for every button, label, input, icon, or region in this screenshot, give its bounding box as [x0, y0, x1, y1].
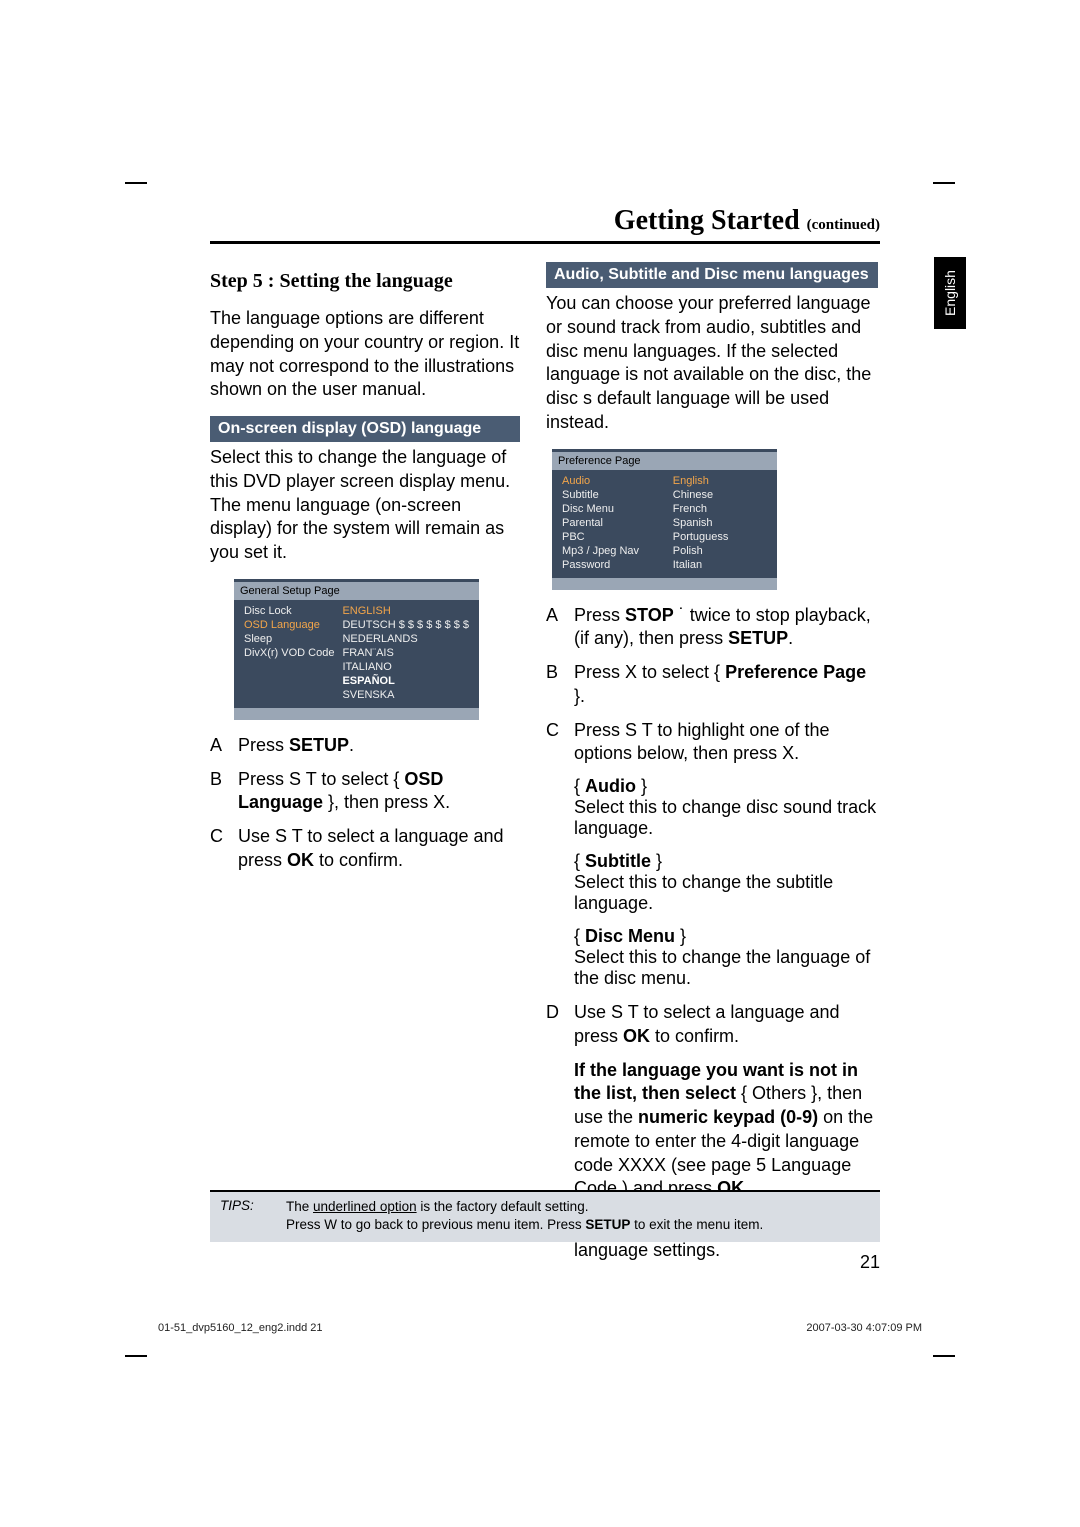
osd-menu-title: General Setup Page — [234, 582, 479, 600]
page-title: Getting Started (continued) — [210, 205, 880, 237]
subhead-osd: On-screen display (OSD) language — [210, 416, 520, 442]
option-title: { Subtitle } — [574, 851, 878, 872]
osd-left-item: PBC — [558, 530, 669, 544]
step-letter: C — [546, 719, 564, 767]
step-text: Use S T to select a language and press O… — [574, 1001, 878, 1049]
tips-text: The underlined option is the factory def… — [286, 1198, 870, 1234]
option-block: { Disc Menu }Select this to change the l… — [574, 926, 878, 989]
title-continued: (continued) — [807, 217, 880, 233]
osd-right-item: ESPAÑOL — [338, 674, 473, 688]
option-title: { Audio } — [574, 776, 878, 797]
crop-mark — [933, 1355, 955, 1357]
title-rule — [210, 241, 880, 244]
page-content: Getting Started (continued) English Step… — [210, 205, 880, 1273]
osd-menu-general-setup: General Setup Page Disc LockENGLISHOSD L… — [234, 579, 479, 720]
osd-right-item: DEUTSCH $ $ $ $ $ $ $ $ — [338, 618, 473, 632]
right-steps-top: APress STOP ˙ twice to stop playback, (i… — [546, 604, 878, 767]
title-main: Getting Started — [614, 205, 800, 236]
step-item: DUse S T to select a language and press … — [546, 1001, 878, 1049]
step-text: Press S T to select { OSD Language }, th… — [238, 768, 520, 816]
osd-left-item: Disc Menu — [558, 502, 669, 516]
osd-left-item: Mp3 / Jpeg Nav — [558, 544, 669, 558]
step-text: Press STOP ˙ twice to stop playback, (if… — [574, 604, 878, 652]
option-desc: Select this to change the subtitle langu… — [574, 872, 878, 914]
step-text: Press SETUP. — [238, 734, 520, 758]
option-desc: Select this to change the language of th… — [574, 947, 878, 989]
step-letter: C — [210, 825, 228, 873]
osd-left-item: OSD Language — [240, 618, 338, 632]
tips-label: TIPS: — [220, 1198, 268, 1234]
osd-right-item: ENGLISH — [338, 604, 473, 618]
osd-left-item: Password — [558, 558, 669, 572]
tips-box: TIPS: The underlined option is the facto… — [210, 1190, 880, 1242]
osd-left-item — [240, 674, 338, 688]
osd-right-item: FRAN¨AIS — [338, 646, 473, 660]
osd-left-item: Parental — [558, 516, 669, 530]
step-text: Press X to select { Preference Page }. — [574, 661, 878, 709]
option-block: { Subtitle }Select this to change the su… — [574, 851, 878, 914]
osd-right-item: Portuguess — [669, 530, 771, 544]
crop-mark — [125, 1355, 147, 1357]
osd-left-item: Audio — [558, 474, 669, 488]
subhead-audio-subtitle: Audio, Subtitle and Disc menu languages — [546, 262, 878, 288]
footer-right: 2007-03-30 4:07:09 PM — [806, 1322, 922, 1334]
intro-text: The language options are different depen… — [210, 307, 520, 402]
step-letter: D — [546, 1001, 564, 1049]
osd-intro: Select this to change the language of th… — [210, 446, 520, 565]
crop-mark — [125, 182, 147, 184]
osd-left-item: Subtitle — [558, 488, 669, 502]
step-item: BPress S T to select { OSD Language }, t… — [210, 768, 520, 816]
left-column: Step 5 : Setting the language The langua… — [210, 262, 520, 1273]
osd-left-item — [240, 688, 338, 702]
option-desc: Select this to change disc sound track l… — [574, 797, 878, 839]
option-title: { Disc Menu } — [574, 926, 878, 947]
right-steps-bottom: DUse S T to select a language and press … — [546, 1001, 878, 1049]
osd-right-item: Italian — [669, 558, 771, 572]
osd-right-item: English — [669, 474, 771, 488]
osd-right-item: Chinese — [669, 488, 771, 502]
step-item: BPress X to select { Preference Page }. — [546, 661, 878, 709]
step-text: Press S T to highlight one of the option… — [574, 719, 878, 767]
step-item: CUse S T to select a language and press … — [210, 825, 520, 873]
language-tab-text: English — [942, 270, 958, 316]
osd-right-item: NEDERLANDS — [338, 632, 473, 646]
options-list: { Audio }Select this to change disc soun… — [546, 776, 878, 989]
crop-mark — [933, 182, 955, 184]
step-letter: B — [210, 768, 228, 816]
right-intro: You can choose your preferred language o… — [546, 292, 878, 435]
osd-right-item: Spanish — [669, 516, 771, 530]
page-number: 21 — [860, 1252, 880, 1273]
osd-right-item: SVENSKA — [338, 688, 473, 702]
osd-right-item: French — [669, 502, 771, 516]
step-text: Use S T to select a language and press O… — [238, 825, 520, 873]
step-item: A Press SETUP. — [210, 734, 520, 758]
left-steps: A Press SETUP. BPress S T to select { OSD … — [210, 734, 520, 873]
osd-left-item: DivX(r) VOD Code — [240, 646, 338, 660]
osd-right-item: Polish — [669, 544, 771, 558]
others-note: If the language you want is not in the l… — [574, 1059, 878, 1202]
osd-pref-title: Preference Page — [552, 452, 777, 470]
osd-right-item: ITALIANO — [338, 660, 473, 674]
step-letter: A — [210, 734, 228, 758]
osd-left-item — [240, 660, 338, 674]
step-letter: B — [546, 661, 564, 709]
step-item: CPress S T to highlight one of the optio… — [546, 719, 878, 767]
language-tab: English — [934, 257, 966, 329]
option-block: { Audio }Select this to change disc soun… — [574, 776, 878, 839]
right-column: Audio, Subtitle and Disc menu languages … — [546, 262, 878, 1273]
step-item: APress STOP ˙ twice to stop playback, (i… — [546, 604, 878, 652]
footer-left: 01-51_dvp5160_12_eng2.indd 21 — [158, 1322, 323, 1334]
osd-left-item: Disc Lock — [240, 604, 338, 618]
osd-menu-preference: Preference Page AudioEnglishSubtitleChin… — [552, 449, 777, 590]
step-letter: A — [546, 604, 564, 652]
osd-left-item: Sleep — [240, 632, 338, 646]
step-heading: Step 5 : Setting the language — [210, 270, 520, 293]
